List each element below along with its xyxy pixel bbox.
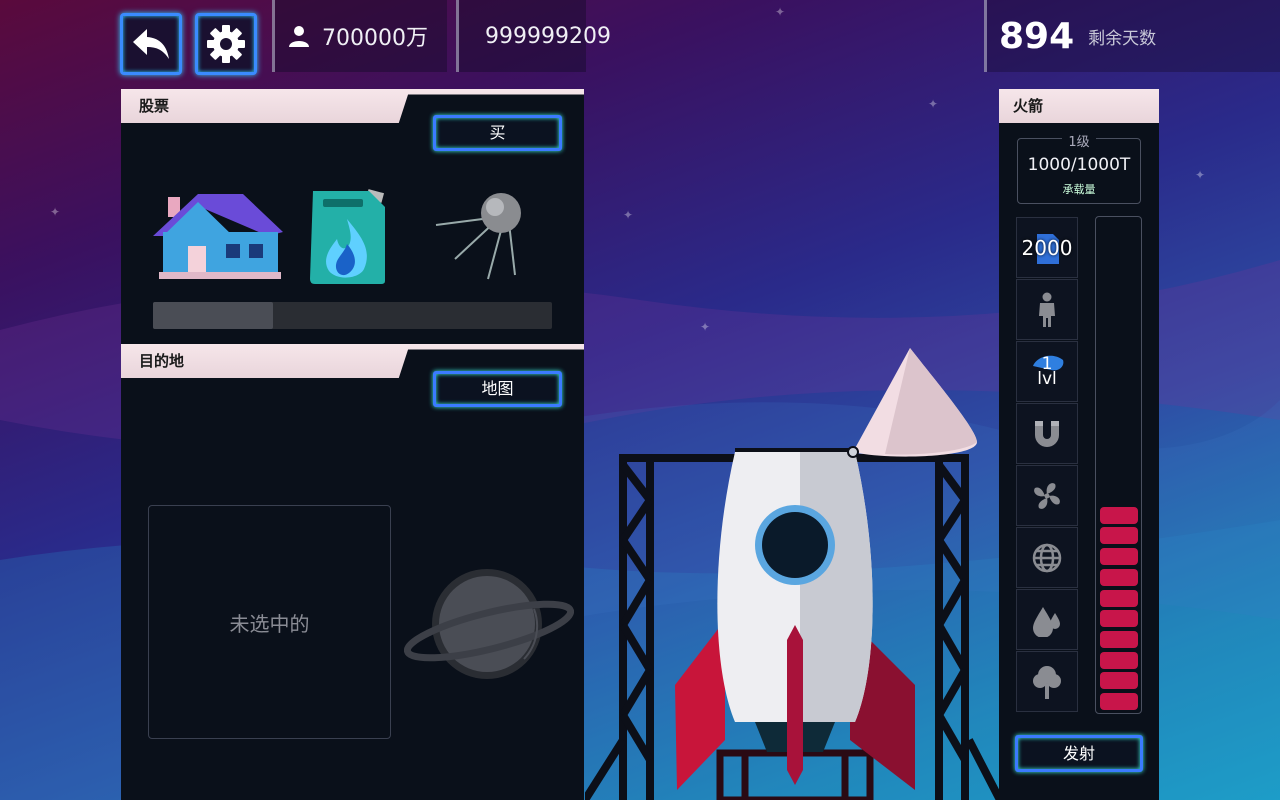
stocks-progress-track — [153, 302, 552, 329]
fuel-segment — [1100, 693, 1138, 710]
water-drop-icon — [1033, 606, 1060, 637]
money-value: 700000万 — [322, 26, 428, 51]
fuel-segment — [1100, 610, 1138, 628]
person-icon — [289, 26, 309, 47]
days-label: 剩余天数 — [1088, 28, 1157, 49]
days-value: 894 — [999, 15, 1075, 57]
fuel-segment — [1100, 672, 1138, 690]
slot-crew[interactable] — [1016, 279, 1078, 340]
globe-icon — [1032, 543, 1062, 572]
tree-icon — [1033, 665, 1061, 699]
settings-button[interactable] — [195, 13, 257, 75]
gear-icon — [207, 25, 245, 63]
capacity-box: 1级 1000/1000T 承载量 — [1017, 135, 1141, 204]
fuel-segment — [1100, 506, 1138, 524]
rocket-title: 火箭 — [1013, 97, 1044, 115]
satellite-icon[interactable] — [433, 189, 533, 284]
fuel-segment — [1100, 630, 1138, 648]
person-icon — [1039, 292, 1055, 327]
slot-level[interactable]: 1 lvl — [1016, 341, 1078, 402]
none-selected-label: 未选中的 — [229, 611, 310, 636]
rocket-level-label: 1级 — [1062, 135, 1096, 150]
fuel-gauge — [1095, 216, 1142, 714]
magnet-icon — [1035, 420, 1059, 447]
slot-globe[interactable] — [1016, 527, 1078, 588]
slot-water[interactable] — [1016, 589, 1078, 650]
rocket-header: 火箭 — [999, 89, 1159, 123]
buy-button[interactable]: 买 — [433, 115, 562, 151]
slot-fuel[interactable]: 2000 — [1016, 217, 1078, 278]
capacity-value: 1000/1000T — [1027, 155, 1131, 175]
back-button[interactable] — [120, 13, 182, 75]
rocket-scene — [585, 348, 1000, 800]
stocks-panel: 股票 买 — [121, 89, 584, 345]
fan-icon — [1034, 482, 1060, 509]
slot-tree[interactable] — [1016, 651, 1078, 712]
days-remaining: 894 剩余天数 — [984, 0, 1280, 72]
fuel-segment — [1100, 589, 1138, 607]
planet-icon — [404, 569, 574, 679]
slot-fan[interactable] — [1016, 465, 1078, 526]
fuel-segment — [1100, 651, 1138, 669]
capacity-label: 承载量 — [1062, 183, 1096, 196]
slot-level-text: lvl — [1037, 368, 1057, 389]
slot-fuel-value: 2000 — [1021, 235, 1073, 260]
destination-panel: 目的地 地图 未选中的 — [121, 344, 584, 800]
house-icon[interactable] — [153, 192, 283, 282]
research-value: 999999209 — [485, 23, 611, 49]
map-button[interactable]: 地图 — [433, 371, 562, 407]
stocks-title: 股票 — [139, 97, 170, 115]
fuel-segment — [1100, 548, 1138, 566]
fuel-segment — [1100, 527, 1138, 545]
research-stat: 999999209 — [456, 0, 611, 72]
money-stat: 700000万 — [272, 0, 447, 72]
back-arrow-icon — [133, 29, 169, 59]
destination-slot[interactable]: 未选中的 — [148, 505, 391, 739]
fuel-segment — [1100, 568, 1138, 586]
slot-magnet[interactable] — [1016, 403, 1078, 464]
rocket-panel: 火箭 1级 1000/1000T 承载量 2000 1 lvl 发射 — [999, 89, 1159, 800]
destination-title: 目的地 — [139, 352, 185, 370]
fuel-can-icon[interactable] — [309, 189, 389, 285]
launch-button[interactable]: 发射 — [1015, 735, 1143, 772]
stocks-progress-fill — [153, 302, 273, 329]
